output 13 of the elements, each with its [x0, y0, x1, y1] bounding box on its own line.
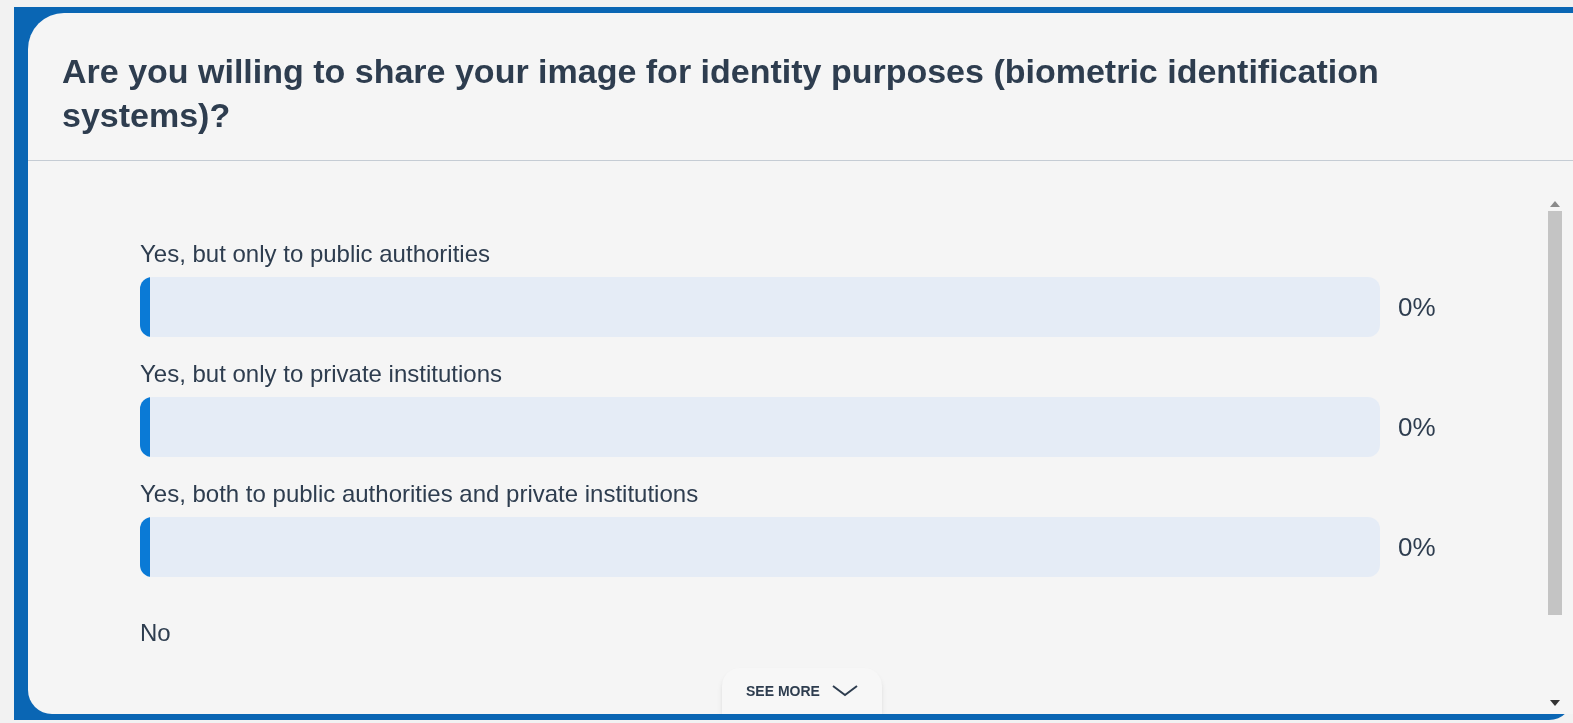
percentage: 0%	[1398, 290, 1436, 324]
percentage: 0%	[1398, 410, 1436, 444]
option-label: No	[140, 618, 171, 648]
percentage: 0%	[1398, 530, 1436, 564]
scroll-up-icon[interactable]	[1550, 201, 1560, 207]
option-label: Yes, but only to private institutions	[140, 359, 503, 389]
option-label: Yes, both to public authorities and private institutions	[140, 479, 700, 509]
option-label: Yes, but only to public authorities	[140, 239, 491, 269]
chevron-down-icon	[831, 685, 858, 697]
see-more-button[interactable]: SEE MORE	[722, 668, 882, 714]
scroll-down-icon[interactable]	[1550, 700, 1560, 706]
scroll-thumb[interactable]	[1548, 211, 1562, 615]
question-title: Are you willing to share your image for identity purposes (biometric identification systems)?	[62, 51, 1380, 136]
